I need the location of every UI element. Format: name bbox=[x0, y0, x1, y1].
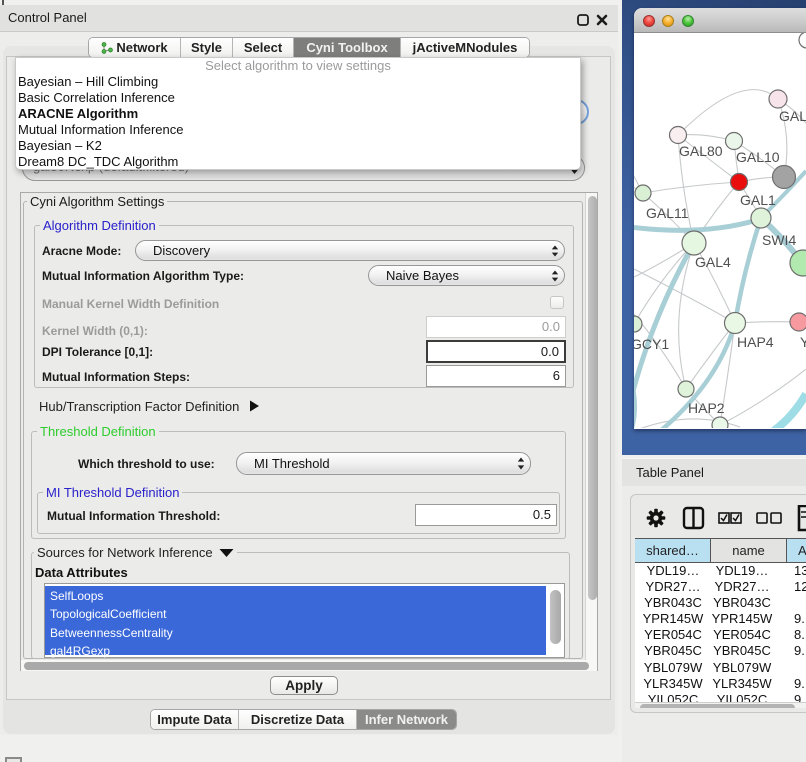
svg-text:GAL1: GAL1 bbox=[740, 192, 776, 208]
svg-text:HAP4: HAP4 bbox=[737, 334, 774, 350]
svg-text:GAL11: GAL11 bbox=[646, 205, 689, 221]
svg-text:GAL7: GAL7 bbox=[779, 108, 806, 124]
svg-text:GAL80: GAL80 bbox=[679, 143, 723, 159]
svg-text:GCY1: GCY1 bbox=[634, 336, 669, 352]
svg-text:Y: Y bbox=[800, 334, 806, 350]
svg-text:GAL4: GAL4 bbox=[695, 254, 731, 270]
svg-text:SWI4: SWI4 bbox=[762, 232, 796, 248]
svg-text:GAL10: GAL10 bbox=[736, 149, 780, 165]
svg-text:HAP2: HAP2 bbox=[688, 400, 725, 416]
